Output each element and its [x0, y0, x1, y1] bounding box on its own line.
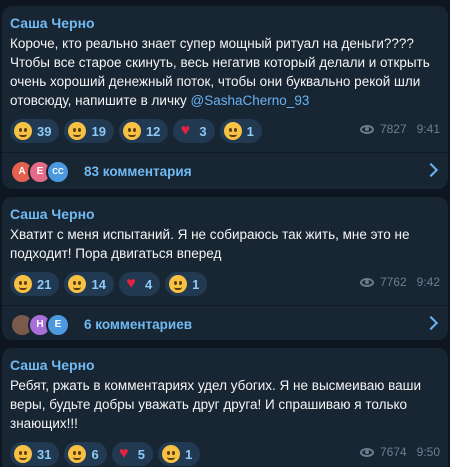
reaction-hug[interactable]: 14 — [64, 272, 114, 296]
comments-count-label: 6 комментариев — [84, 317, 193, 332]
views-count: 7762 — [379, 275, 407, 289]
comments-count-label: 83 комментария — [84, 164, 192, 179]
screaming-face-icon — [68, 445, 87, 463]
post-author[interactable]: Саша Черно — [10, 205, 440, 223]
views-eye-icon — [359, 447, 374, 457]
post-time: 9:41 — [416, 122, 440, 136]
post-meta: 7674 9:50 — [359, 445, 440, 459]
post-3: Саша Черно Ребят, ржать в комментариях у… — [2, 348, 448, 467]
reaction-heart[interactable]: ♥ 4 — [118, 272, 161, 296]
views-eye-icon — [359, 124, 374, 134]
heart-icon: ♥ — [118, 445, 129, 462]
reactions-row: 39 19 12 ♥ 3 1 7827 9:41 — [10, 118, 440, 144]
heart-icon: ♥ — [180, 122, 191, 139]
reaction-hug[interactable]: 31 — [10, 442, 60, 466]
reaction-thinking[interactable]: 19 — [64, 119, 114, 143]
views-count: 7674 — [379, 445, 407, 459]
comments-button[interactable]: А Е СС 83 комментария — [2, 152, 448, 190]
views-count: 7827 — [379, 122, 407, 136]
post-meta: 7827 9:41 — [359, 122, 440, 136]
sad-face-icon — [223, 122, 242, 140]
post-text: Ребят, ржать в комментариях удел убогих.… — [10, 378, 422, 431]
screaming-face-icon — [122, 122, 141, 140]
reaction-thinking[interactable]: 1 — [165, 272, 208, 296]
post-text: Хватит с меня испытаний. Я не собираюсь … — [10, 227, 410, 261]
commenter-avatars: Н Е — [10, 312, 70, 337]
hug-face-icon — [14, 122, 32, 140]
reactions-row: 31 6 ♥ 5 1 7674 9:50 — [10, 441, 440, 467]
post-author[interactable]: Саша Черно — [10, 14, 440, 32]
heart-icon: ♥ — [126, 275, 136, 292]
comments-button[interactable]: Н Е 6 комментариев — [2, 305, 448, 343]
post-1: Саша Черно Короче, кто реально знает суп… — [2, 6, 448, 189]
reaction-heart[interactable]: ♥ 3 — [173, 119, 215, 143]
reaction-screaming[interactable]: 21 — [10, 272, 60, 296]
reaction-sad[interactable]: 1 — [219, 119, 262, 143]
post-text: Короче, кто реально знает супер мощный р… — [10, 36, 430, 108]
post-author[interactable]: Саша Черно — [10, 356, 440, 374]
reaction-screaming[interactable]: 6 — [64, 442, 107, 466]
hug-face-icon — [14, 445, 32, 463]
avatar: СС — [46, 159, 70, 184]
post-time: 9:50 — [416, 445, 440, 459]
views-eye-icon — [359, 277, 374, 287]
screaming-face-icon — [14, 275, 32, 293]
chevron-right-icon — [423, 315, 439, 331]
reaction-heart[interactable]: ♥ 5 — [111, 442, 153, 466]
post-time: 9:42 — [416, 275, 440, 289]
thinking-face-icon — [68, 122, 87, 140]
hug-face-icon — [68, 275, 87, 293]
avatar: Е — [46, 312, 70, 337]
reaction-hug[interactable]: 39 — [10, 119, 60, 143]
reaction-sad[interactable]: 1 — [157, 442, 201, 466]
reaction-screaming[interactable]: 12 — [118, 119, 169, 143]
commenter-avatars: А Е СС — [10, 159, 70, 184]
post-2: Саша Черно Хватит с меня испытаний. Я не… — [2, 197, 448, 340]
post-meta: 7762 9:42 — [359, 275, 440, 289]
reactions-row: 21 14 ♥ 4 1 7762 9:42 — [10, 271, 440, 297]
chevron-right-icon — [423, 162, 439, 178]
mention-link[interactable]: @SashaCherno_93 — [191, 93, 310, 108]
thinking-face-icon — [169, 275, 188, 293]
sad-face-icon — [161, 445, 180, 463]
